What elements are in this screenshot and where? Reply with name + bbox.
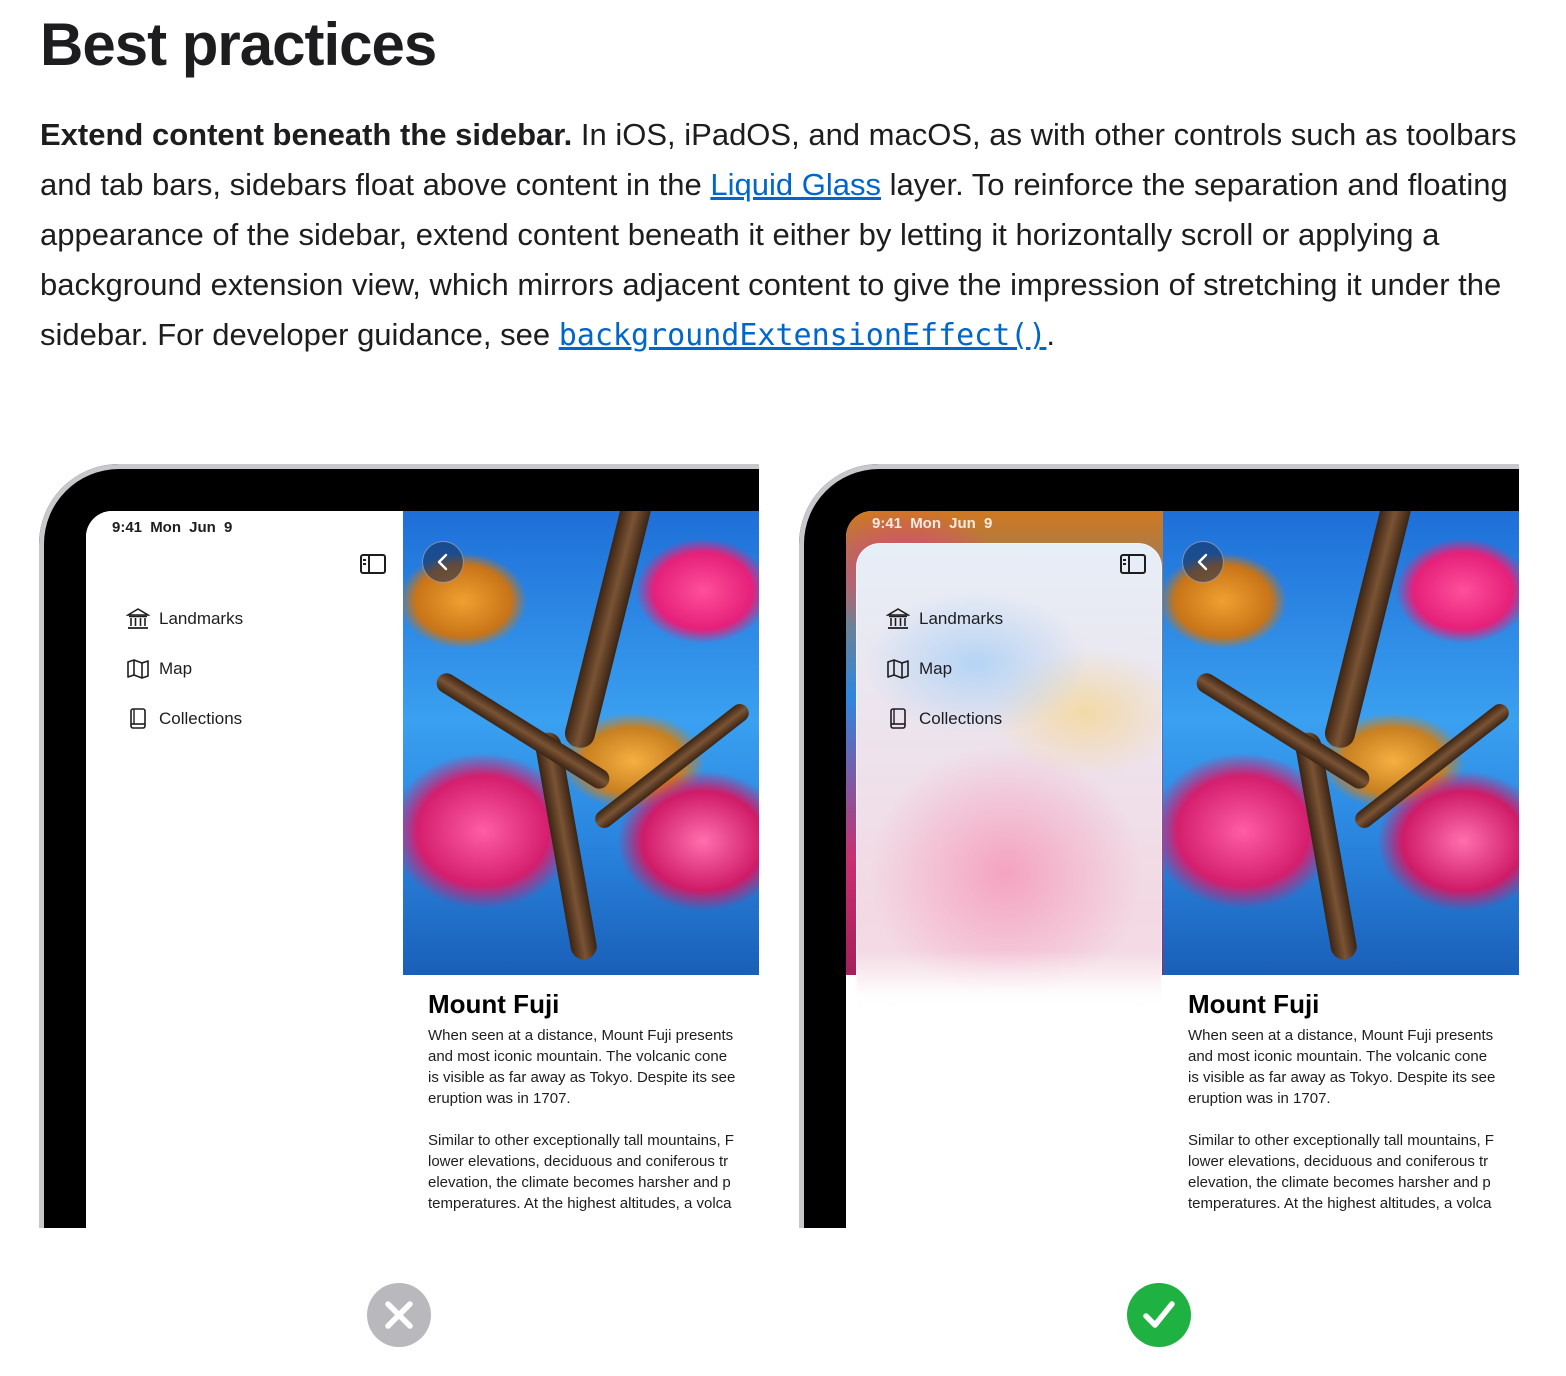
detail-line: elevation, the climate becomes harsher a… — [1188, 1174, 1491, 1191]
detail-line: temperatures. At the highest altitudes, … — [1188, 1195, 1492, 1212]
cherry-blossom-photo — [1163, 511, 1519, 975]
sidebar-toggle-icon[interactable] — [1120, 554, 1146, 574]
book-icon — [126, 708, 150, 730]
detail-line: Similar to other exceptionally tall moun… — [428, 1132, 734, 1149]
cherry-blossom-photo — [403, 511, 759, 975]
detail-title: Mount Fuji — [1188, 989, 1320, 1019]
sidebar-item-collections[interactable]: Collections — [126, 707, 243, 731]
sidebar-item-map[interactable]: Map — [886, 657, 1003, 681]
detail-paragraph: Similar to other exceptionally tall moun… — [1188, 1130, 1519, 1214]
detail-line: lower elevations, deciduous and conifero… — [428, 1153, 729, 1170]
detail-line: temperatures. At the highest altitudes, … — [428, 1195, 732, 1212]
chevron-left-icon — [437, 553, 448, 571]
sidebar-item-label: Map — [919, 659, 953, 678]
back-button[interactable] — [422, 541, 464, 583]
sidebar-nav: Landmarks Map Collections — [886, 607, 1003, 757]
detail-line: elevation, the climate becomes harsher a… — [428, 1174, 731, 1191]
book-icon — [886, 708, 910, 730]
building-columns-icon — [126, 608, 150, 630]
sidebar-item-label: Collections — [919, 709, 1003, 728]
sidebar-item-label: Collections — [159, 709, 243, 728]
incorrect-badge — [367, 1283, 431, 1347]
correct-badge — [1127, 1283, 1191, 1347]
liquid-glass-link[interactable]: Liquid Glass — [710, 167, 881, 202]
ipad-screen: 9:41 Mon Jun 9 Landmarks Map Collections… — [846, 511, 1519, 1228]
background-extension-effect-link[interactable]: backgroundExtensionEffect() — [559, 318, 1047, 353]
detail-panel: Mount Fuji When seen at a distance, Moun… — [403, 975, 759, 1228]
detail-body: When seen at a distance, Mount Fuji pres… — [1188, 1025, 1519, 1228]
detail-line: and most iconic mountain. The volcanic c… — [428, 1048, 728, 1065]
section-heading: Best practices — [40, 11, 437, 78]
map-icon — [886, 658, 910, 680]
detail-body: When seen at a distance, Mount Fuji pres… — [428, 1025, 759, 1228]
x-mark-icon — [385, 1301, 413, 1329]
detail-panel: Mount Fuji When seen at a distance, Moun… — [1163, 975, 1519, 1228]
correct-example-figure: 9:41 Mon Jun 9 Landmarks Map Collections… — [799, 464, 1519, 1228]
detail-line: lower elevations, deciduous and conifero… — [1188, 1153, 1489, 1170]
detail-line: and most iconic mountain. The volcanic c… — [1188, 1048, 1488, 1065]
sidebar-item-collections[interactable]: Collections — [886, 707, 1003, 731]
detail-line: is visible as far away as Tokyo. Despite… — [1188, 1069, 1496, 1086]
ipad-bezel: 9:41 Mon Jun 9 Landmarks Map Collections… — [799, 464, 1519, 1228]
paragraph-text: . — [1046, 317, 1056, 352]
detail-line: When seen at a distance, Mount Fuji pres… — [428, 1027, 734, 1044]
status-bar: 9:41 Mon Jun 9 — [872, 515, 993, 532]
ipad-screen: 9:41 Mon Jun 9 Landmarks Map Collections… — [86, 511, 759, 1228]
map-icon — [126, 658, 150, 680]
detail-title: Mount Fuji — [428, 989, 560, 1019]
detail-line: When seen at a distance, Mount Fuji pres… — [1188, 1027, 1494, 1044]
incorrect-example-figure: 9:41 Mon Jun 9 Landmarks Map Collections… — [39, 464, 759, 1228]
ipad-bezel: 9:41 Mon Jun 9 Landmarks Map Collections… — [39, 464, 759, 1228]
detail-line: Similar to other exceptionally tall moun… — [1188, 1132, 1494, 1149]
sidebar-item-label: Landmarks — [159, 609, 244, 628]
sidebar-item-landmarks[interactable]: Landmarks — [886, 607, 1003, 631]
detail-line: is visible as far away as Tokyo. Despite… — [428, 1069, 736, 1086]
status-bar: 9:41 Mon Jun 9 — [112, 519, 233, 536]
detail-paragraph: When seen at a distance, Mount Fuji pres… — [428, 1025, 759, 1109]
checkmark-icon — [1143, 1301, 1175, 1328]
best-practice-paragraph: Extend content beneath the sidebar. In i… — [40, 110, 1530, 361]
chevron-left-icon — [1197, 553, 1208, 571]
sidebar-item-label: Map — [159, 659, 193, 678]
detail-paragraph: Similar to other exceptionally tall moun… — [428, 1130, 759, 1214]
sidebar-toggle-icon[interactable] — [360, 554, 386, 574]
lead-sentence: Extend content beneath the sidebar. — [40, 117, 573, 152]
building-columns-icon — [886, 608, 910, 630]
sidebar-item-landmarks[interactable]: Landmarks — [126, 607, 243, 631]
detail-line: eruption was in 1707. — [1188, 1090, 1331, 1107]
detail-line: eruption was in 1707. — [428, 1090, 571, 1107]
back-button[interactable] — [1182, 541, 1224, 583]
sidebar-item-map[interactable]: Map — [126, 657, 243, 681]
detail-paragraph: When seen at a distance, Mount Fuji pres… — [1188, 1025, 1519, 1109]
sidebar-nav: Landmarks Map Collections — [126, 607, 243, 757]
sidebar-item-label: Landmarks — [919, 609, 1004, 628]
